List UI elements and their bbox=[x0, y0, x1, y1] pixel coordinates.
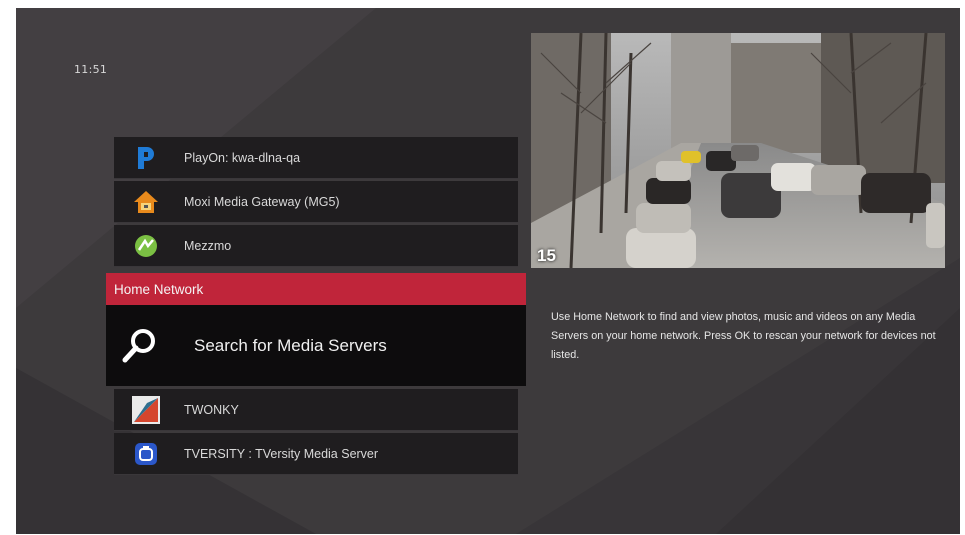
street-scene-image bbox=[531, 33, 945, 268]
list-item-label: TVERSITY : TVersity Media Server bbox=[184, 446, 379, 461]
preview-video: 15 bbox=[531, 33, 945, 268]
search-icon bbox=[120, 326, 160, 366]
description-text: Use Home Network to find and view photos… bbox=[551, 311, 936, 361]
mezzmo-icon bbox=[129, 229, 163, 263]
list-item-twonky[interactable]: TWONKY bbox=[114, 389, 518, 431]
list-item-label: Mezzmo bbox=[184, 238, 232, 253]
tv-screen: 11:51 PlayOn: kwa-dlna-qa Moxi Media Gat… bbox=[16, 8, 960, 534]
list-item-label: PlayOn: kwa-dlna-qa bbox=[184, 150, 301, 165]
list-item-moxi[interactable]: Moxi Media Gateway (MG5) bbox=[114, 181, 518, 223]
channel-number: 15 bbox=[537, 246, 556, 265]
playon-icon bbox=[129, 141, 163, 175]
list-item-playon[interactable]: PlayOn: kwa-dlna-qa bbox=[114, 137, 518, 179]
list-item-label: Moxi Media Gateway (MG5) bbox=[184, 194, 340, 209]
tversity-icon bbox=[129, 437, 163, 471]
section-header: Home Network bbox=[106, 273, 526, 305]
twonky-icon bbox=[129, 393, 163, 427]
moxi-house-icon bbox=[129, 185, 163, 219]
clock: 11:51 bbox=[74, 63, 108, 76]
list-item-mezzmo[interactable]: Mezzmo bbox=[114, 225, 518, 267]
list-item-label: TWONKY bbox=[184, 402, 239, 417]
selected-item-label: Search for Media Servers bbox=[194, 335, 387, 355]
list-item-tversity[interactable]: TVERSITY : TVersity Media Server bbox=[114, 433, 518, 475]
search-media-servers-button[interactable]: Search for Media Servers bbox=[106, 305, 526, 386]
